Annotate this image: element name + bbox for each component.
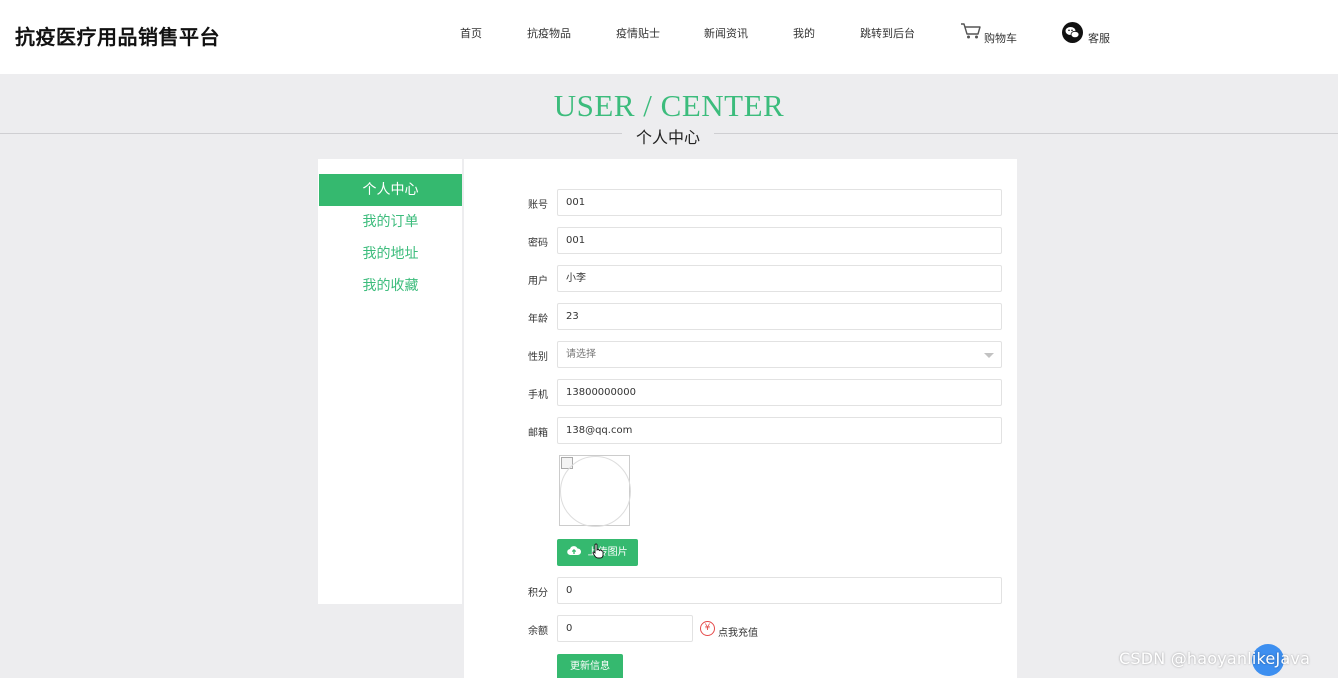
gender-select[interactable]: 请选择: [557, 341, 1002, 368]
points-label: 积分: [528, 588, 548, 599]
password-field[interactable]: 001: [557, 227, 1002, 254]
nav-supplies[interactable]: 抗疫物品: [527, 25, 571, 41]
points-field[interactable]: 0: [557, 577, 1002, 604]
nav-tips[interactable]: 疫情贴士: [616, 25, 660, 41]
cart-icon[interactable]: [960, 22, 982, 43]
avatar: [560, 456, 631, 527]
email-field[interactable]: 138@qq.com: [557, 417, 1002, 444]
email-label: 邮箱: [528, 428, 548, 439]
account-field[interactable]: 001: [557, 189, 1002, 216]
update-info-button[interactable]: 更新信息: [557, 654, 623, 678]
gender-select-value: 请选择: [566, 349, 596, 360]
user-label: 用户: [528, 276, 548, 287]
cloud-upload-icon: [567, 546, 582, 556]
nav-cart[interactable]: 购物车: [984, 30, 1017, 46]
page-title: USER / CENTER: [553, 88, 785, 123]
user-sidebar: 个人中心 我的订单 我的地址 我的收藏: [318, 159, 462, 604]
sidebar-item-orders[interactable]: 我的订单: [319, 206, 462, 238]
account-label: 账号: [528, 200, 548, 211]
recharge-link[interactable]: 点我充值: [718, 624, 758, 639]
age-label: 年龄: [528, 314, 548, 325]
sidebar-item-profile[interactable]: 个人中心: [319, 174, 462, 206]
balance-field[interactable]: 0: [557, 615, 693, 642]
site-logo[interactable]: 抗疫医疗用品销售平台: [15, 21, 220, 50]
nav-news[interactable]: 新闻资讯: [704, 25, 748, 41]
top-header: 抗疫医疗用品销售平台 首页 抗疫物品 疫情贴士 新闻资讯 我的 跳转到后台 购物…: [0, 0, 1338, 74]
nav-mine[interactable]: 我的: [793, 25, 815, 41]
gender-label: 性别: [528, 352, 548, 363]
password-label: 密码: [528, 238, 548, 249]
balance-label: 余额: [528, 626, 548, 637]
cursor-hand-icon: [592, 543, 604, 559]
sidebar-item-address[interactable]: 我的地址: [319, 238, 462, 270]
phone-field[interactable]: 13800000000: [557, 379, 1002, 406]
user-field[interactable]: 小李: [557, 265, 1002, 292]
page-subtitle: 个人中心: [622, 124, 714, 148]
nav-service[interactable]: 客服: [1088, 30, 1110, 46]
csdn-watermark: CSDN @haoyanlikeJava: [1119, 649, 1311, 668]
phone-label: 手机: [528, 390, 548, 401]
yuan-icon[interactable]: ¥: [700, 621, 715, 636]
nav-home[interactable]: 首页: [460, 25, 482, 41]
nav-admin[interactable]: 跳转到后台: [860, 25, 915, 41]
wechat-icon[interactable]: [1062, 22, 1083, 46]
sidebar-item-favorites[interactable]: 我的收藏: [319, 270, 462, 302]
age-field[interactable]: 23: [557, 303, 1002, 330]
chevron-down-icon: [984, 353, 994, 358]
avatar-preview: [559, 455, 631, 527]
